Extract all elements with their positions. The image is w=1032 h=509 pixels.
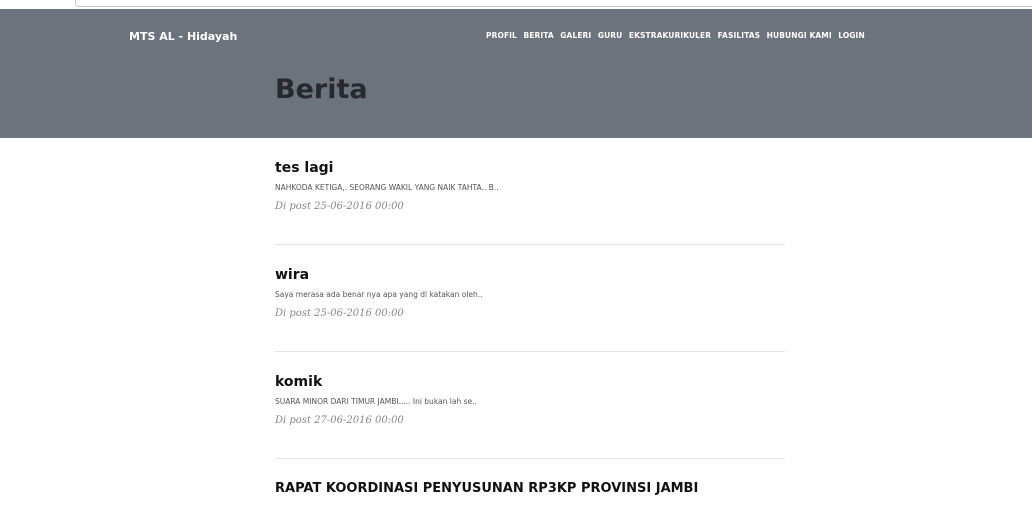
nav-item-profil[interactable]: PROFIL: [486, 31, 517, 40]
news-item: wira Saya merasa ada benar nya apa yang …: [275, 245, 785, 352]
news-item-title-link[interactable]: komik: [275, 374, 322, 390]
site-brand-link[interactable]: MTS AL - Hidayah: [129, 30, 237, 43]
nav-item-fasilitas[interactable]: FASILITAS: [718, 31, 760, 40]
nav-item-login[interactable]: LOGIN: [838, 31, 865, 40]
nav-item-hubungi-kami[interactable]: HUBUNGI KAMI: [767, 31, 832, 40]
page-title: Berita: [275, 74, 368, 105]
news-item: komik SUARA MINOR DARI TIMUR JAMBI..... …: [275, 352, 785, 459]
news-item-title-link[interactable]: wira: [275, 267, 309, 283]
news-item-title-link[interactable]: RAPAT KOORDINASI PENYUSUNAN RP3KP PROVIN…: [275, 481, 698, 496]
nav-item-galeri[interactable]: GALERI: [560, 31, 591, 40]
browser-chrome: [0, 0, 1032, 9]
news-item-date: Di post 27-06-2016 00:00: [275, 415, 404, 426]
site-header: MTS AL - Hidayah PROFIL BERITA GALERI GU…: [0, 9, 1032, 138]
news-item-excerpt: Saya merasa ada benar nya apa yang di ka…: [275, 290, 483, 299]
news-item-title-link[interactable]: tes lagi: [275, 160, 333, 176]
nav-item-ekstrakurikuler[interactable]: EKSTRAKURIKULER: [629, 31, 711, 40]
nav-item-guru[interactable]: GURU: [598, 31, 623, 40]
news-item-excerpt: SUARA MINOR DARI TIMUR JAMBI..... Ini bu…: [275, 397, 477, 406]
address-bar[interactable]: [75, 0, 1032, 7]
news-list: tes lagi NAHKODA KETIGA,. SEORANG WAKIL …: [275, 138, 785, 509]
news-item: tes lagi NAHKODA KETIGA,. SEORANG WAKIL …: [275, 138, 785, 245]
news-item-excerpt: NAHKODA KETIGA,. SEORANG WAKIL YANG NAIK…: [275, 183, 499, 192]
nav-item-berita[interactable]: BERITA: [523, 31, 553, 40]
news-item-date: Di post 25-06-2016 00:00: [275, 201, 404, 212]
main-nav: PROFIL BERITA GALERI GURU EKSTRAKURIKULE…: [486, 31, 871, 40]
news-item: RAPAT KOORDINASI PENYUSUNAN RP3KP PROVIN…: [275, 459, 785, 509]
news-item-date: Di post 25-06-2016 00:00: [275, 308, 404, 319]
